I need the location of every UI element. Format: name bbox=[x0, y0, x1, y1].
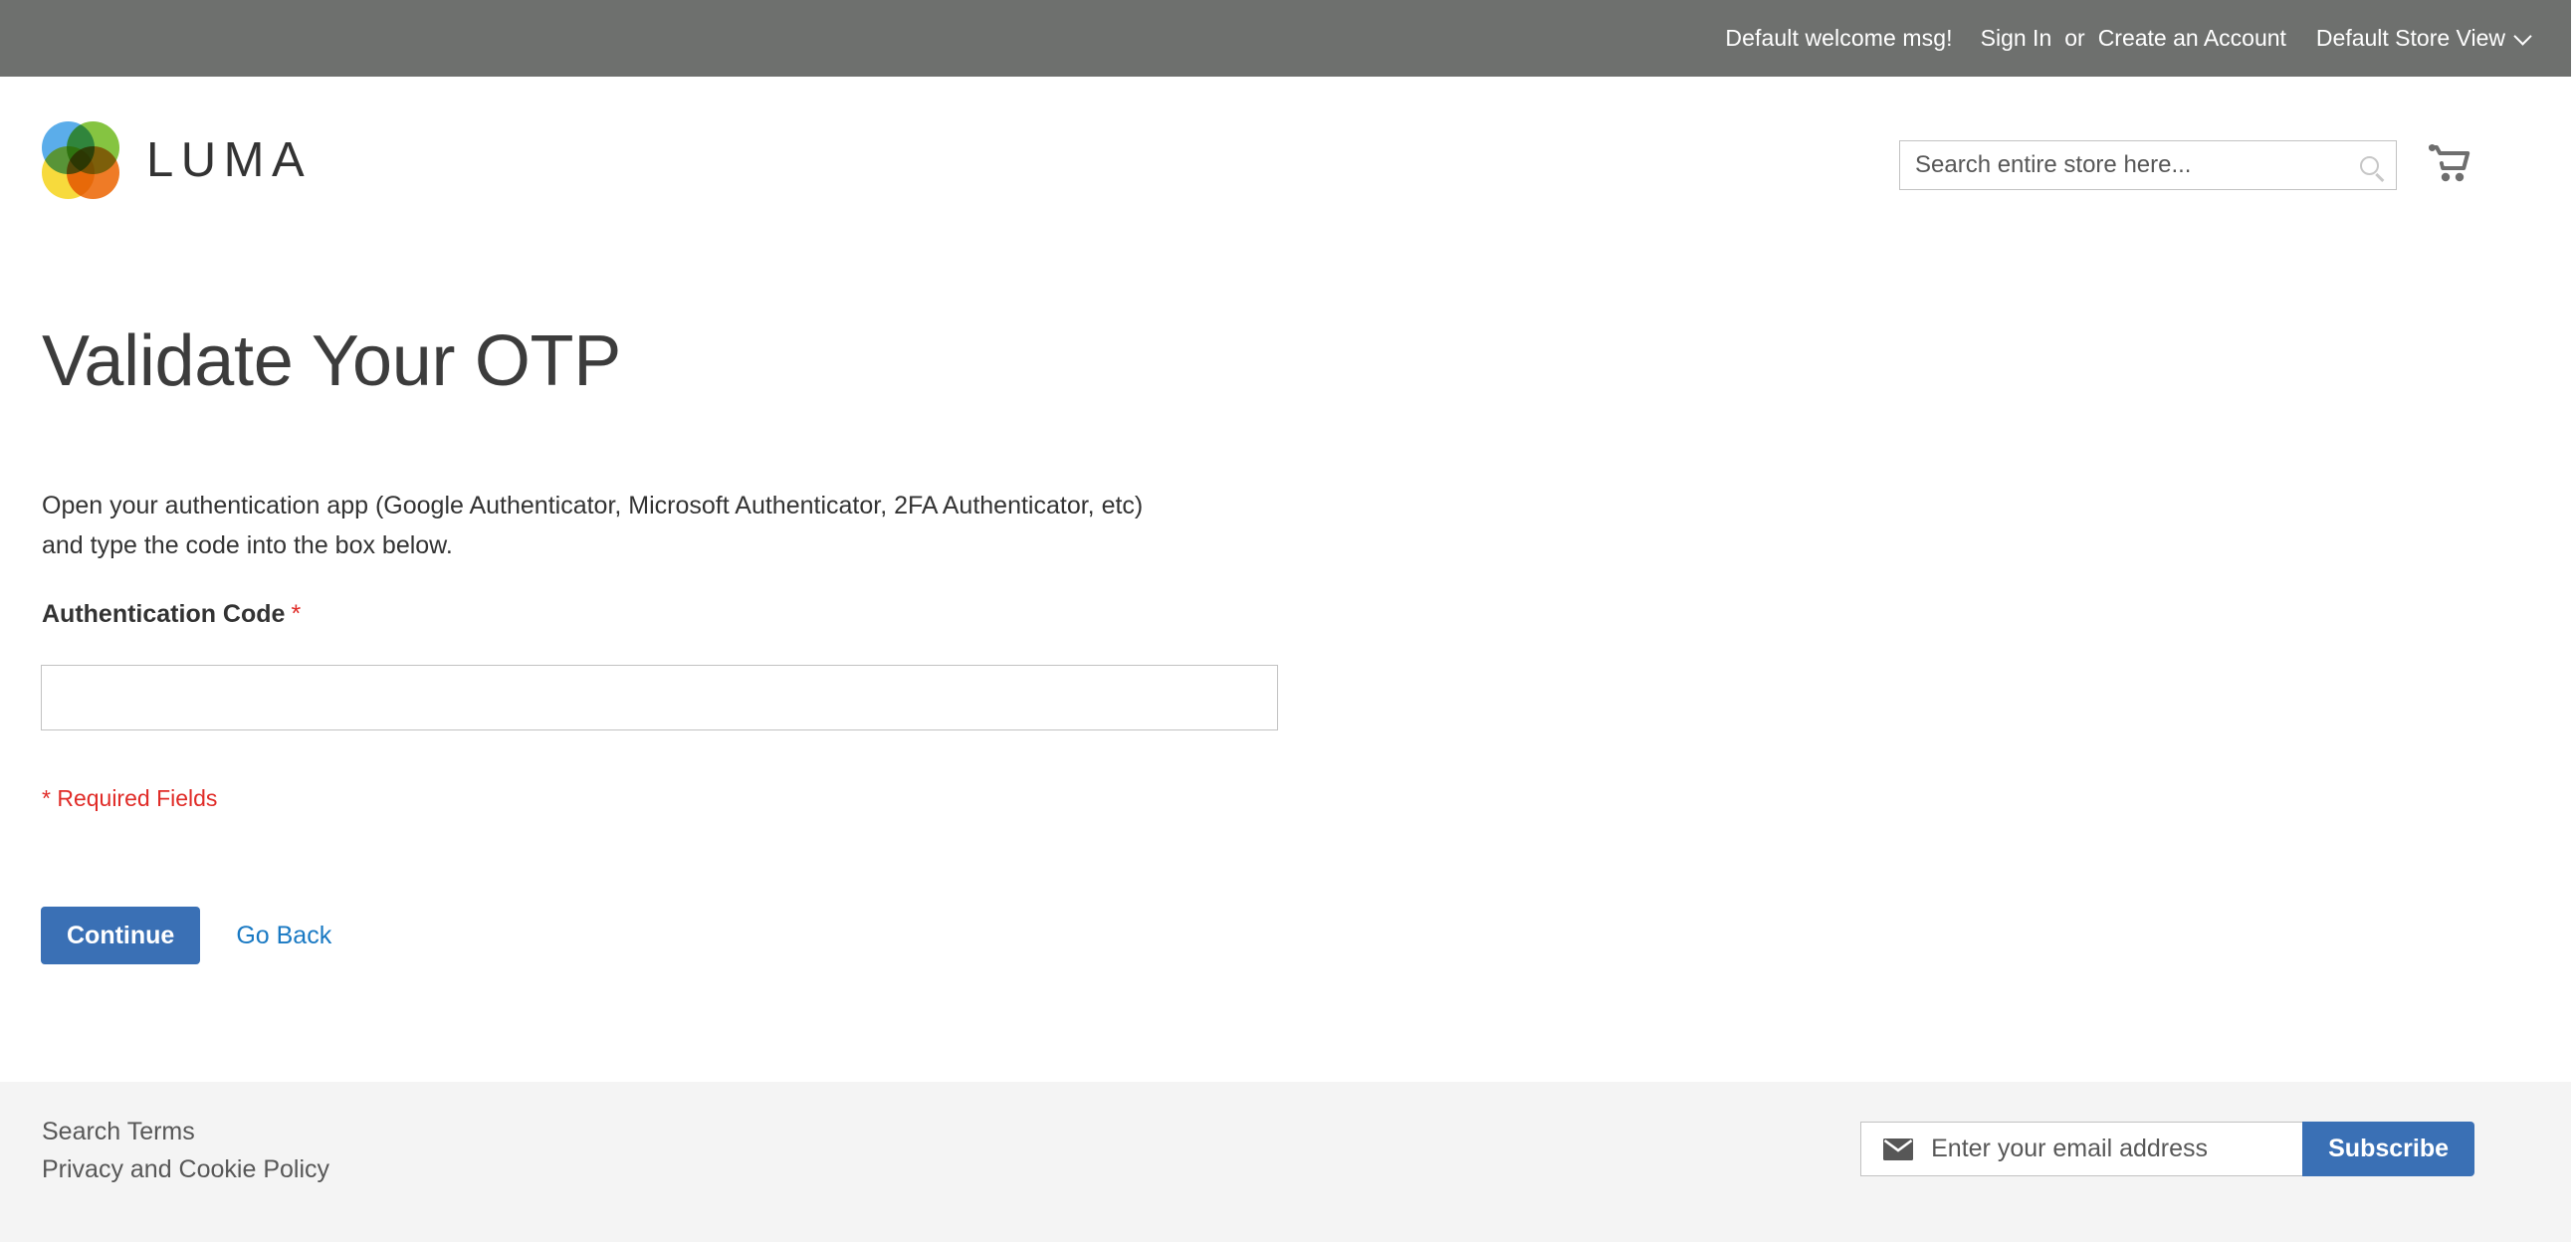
subscribe-button[interactable]: Subscribe bbox=[2302, 1122, 2474, 1176]
form-actions: Continue Go Back bbox=[41, 907, 331, 964]
shopping-cart-icon bbox=[2429, 144, 2470, 182]
minicart-link[interactable] bbox=[2429, 144, 2476, 188]
auth-code-input[interactable] bbox=[41, 665, 1278, 730]
footer-link-search-terms[interactable]: Search Terms bbox=[42, 1115, 329, 1149]
newsletter-field[interactable] bbox=[1860, 1122, 2303, 1176]
site-header: LUMA bbox=[0, 77, 2571, 199]
store-view-label: Default Store View bbox=[2315, 25, 2505, 51]
auth-code-label-text: Authentication Code bbox=[42, 600, 286, 628]
newsletter-email-input[interactable] bbox=[1913, 1135, 2303, 1163]
continue-button[interactable]: Continue bbox=[41, 907, 201, 964]
store-view-switcher[interactable]: Default Store View bbox=[2315, 25, 2532, 52]
logo-link[interactable]: LUMA bbox=[42, 121, 312, 199]
panel-links: Default welcome msg! Sign In or Create a… bbox=[1725, 25, 2532, 52]
search-button[interactable] bbox=[2342, 141, 2396, 189]
create-account-link[interactable]: Create an Account bbox=[2098, 25, 2286, 52]
luma-logo-icon bbox=[42, 121, 119, 199]
search-input[interactable] bbox=[1900, 141, 2342, 189]
auth-code-label: Authentication Code * bbox=[42, 600, 301, 629]
intro-text: Open your authentication app (Google Aut… bbox=[42, 492, 1144, 559]
footer-links: Search Terms Privacy and Cookie Policy bbox=[42, 1115, 329, 1189]
required-fields-note: * Required Fields bbox=[42, 785, 218, 811]
top-panel: Default welcome msg! Sign In or Create a… bbox=[0, 0, 2571, 77]
page-title: Validate Your OTP bbox=[42, 321, 621, 401]
welcome-message: Default welcome msg! bbox=[1725, 25, 1953, 51]
required-asterisk: * bbox=[291, 600, 302, 628]
chevron-down-icon bbox=[2513, 26, 2532, 46]
sign-in-link[interactable]: Sign In bbox=[1981, 25, 2052, 52]
newsletter-form: Subscribe bbox=[1860, 1122, 2474, 1176]
or-separator: or bbox=[2064, 25, 2085, 51]
go-back-link[interactable]: Go Back bbox=[236, 922, 331, 950]
envelope-icon bbox=[1883, 1138, 1914, 1160]
search-icon bbox=[2359, 155, 2379, 175]
search-box[interactable] bbox=[1899, 140, 2397, 190]
page-root: Default welcome msg! Sign In or Create a… bbox=[0, 0, 2576, 1242]
logo-wordmark: LUMA bbox=[146, 133, 313, 187]
footer-link-privacy-policy[interactable]: Privacy and Cookie Policy bbox=[42, 1152, 329, 1187]
site-footer: Search Terms Privacy and Cookie Policy S… bbox=[0, 1082, 2571, 1242]
